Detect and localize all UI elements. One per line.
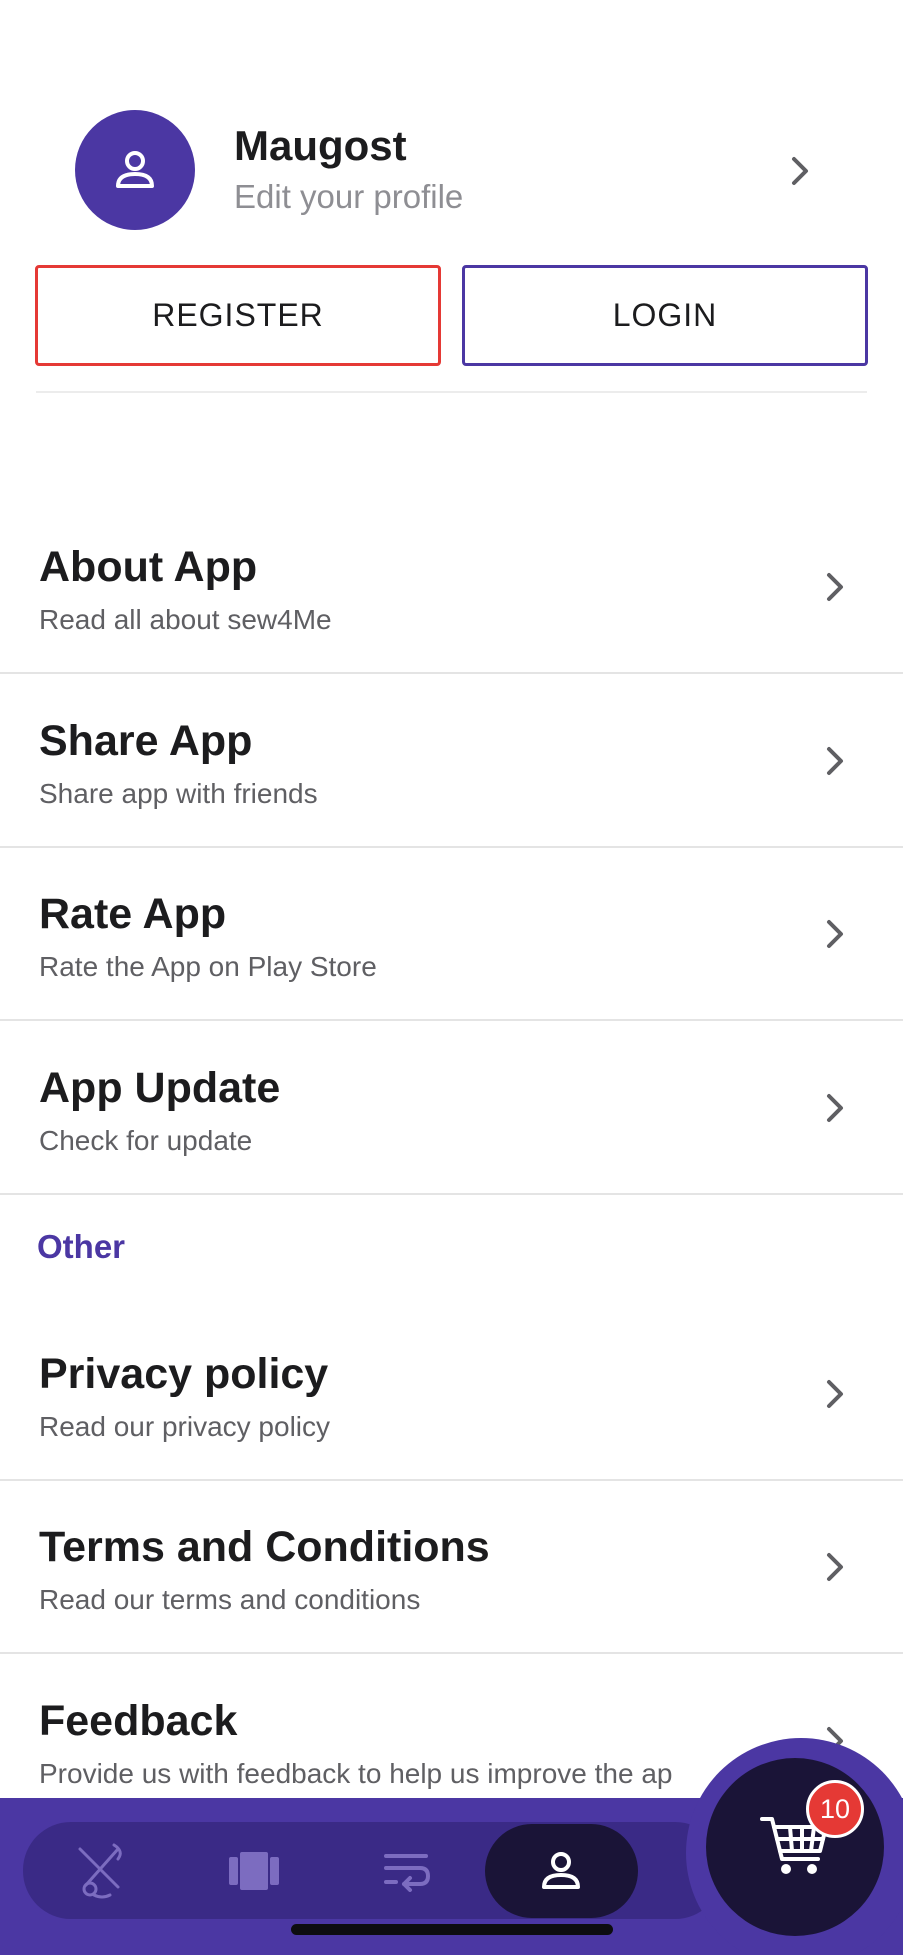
nav-item-orders[interactable] [332,1822,482,1919]
menu-item-subtitle: Provide us with feedback to help us impr… [39,1758,673,1789]
avatar[interactable] [75,110,195,230]
chevron-right-icon [792,157,808,185]
menu-item-terms-and-conditions[interactable]: Terms and Conditions Read our terms and … [0,1481,903,1654]
chevron-right-icon [827,1094,843,1122]
user-icon [116,151,154,188]
chevron-right-icon [827,1553,843,1581]
menu-item-title: Feedback [39,1697,238,1745]
fabric-icon [229,1851,279,1890]
menu-item-subtitle: Check for update [39,1125,253,1156]
menu-item-privacy-policy[interactable]: Privacy policy Read our privacy policy [0,1308,903,1481]
register-button[interactable]: REGISTER [35,265,441,366]
chevron-right-icon [827,747,843,775]
menu-item-subtitle: Read our terms and conditions [39,1584,421,1615]
chevron-right-icon [827,573,843,601]
profile-subtitle: Edit your profile [234,178,464,215]
menu-item-share-app[interactable]: Share App Share app with friends [0,675,903,848]
menu-item-app-update[interactable]: App Update Check for update [0,1022,903,1195]
home-indicator [291,1924,613,1935]
menu-item-title: Rate App [39,890,227,938]
nav-item-fabric[interactable] [179,1822,329,1919]
menu-item-subtitle: Read our privacy policy [39,1411,331,1442]
profile-header[interactable]: Maugost Edit your profile [0,110,903,232]
menu-item-subtitle: Read all about sew4Me [39,604,332,635]
menu-item-subtitle: Rate the App on Play Store [39,951,377,982]
profile-name: Maugost [234,122,407,169]
menu-item-title: Share App [39,717,253,765]
nav-item-tailoring[interactable] [27,1822,177,1919]
cart-button[interactable] [706,1758,884,1936]
section-label-other: Other [37,1228,126,1265]
profile-screen: Maugost Edit your profile REGISTER LOGIN… [0,0,903,1955]
menu-item-title: App Update [39,1064,281,1112]
login-button[interactable]: LOGIN [462,265,868,366]
menu-item-title: About App [39,543,258,591]
chevron-right-icon [827,1380,843,1408]
profile-icon [542,1851,580,1889]
menu-item-subtitle: Share app with friends [39,778,318,809]
menu-item-title: Terms and Conditions [39,1523,490,1571]
orders-icon [384,1853,430,1892]
cart-count-badge: 10 [806,1780,864,1838]
menu-item-title: Privacy policy [39,1350,329,1398]
nav-item-profile[interactable] [486,1822,636,1919]
menu-item-about-app[interactable]: About App Read all about sew4Me [0,501,903,674]
chevron-right-icon [827,920,843,948]
menu-item-rate-app[interactable]: Rate App Rate the App on Play Store [0,848,903,1021]
divider [36,391,867,393]
tailoring-icon [78,1843,122,1898]
